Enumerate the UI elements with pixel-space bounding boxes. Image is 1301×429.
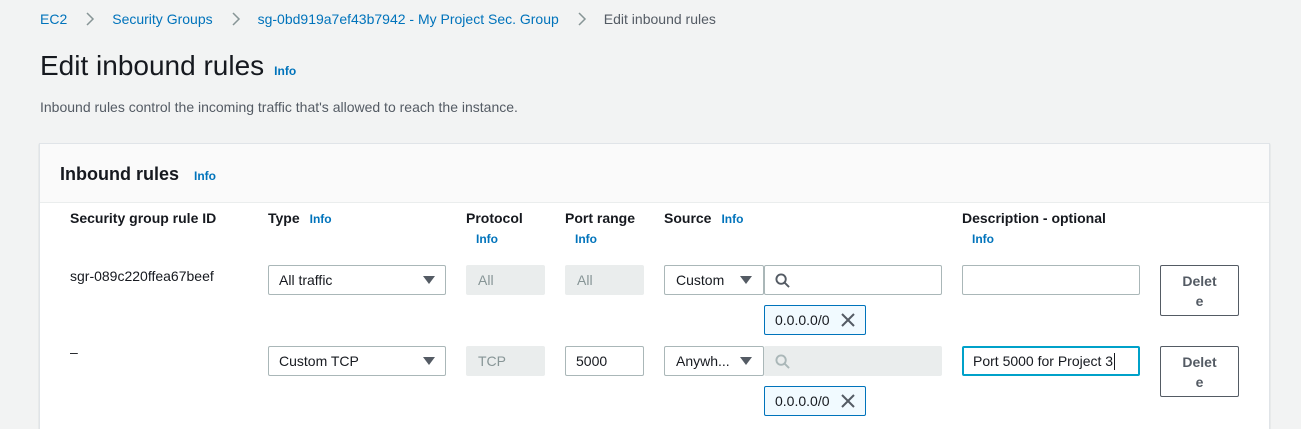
caret-down-icon xyxy=(423,357,435,365)
port-range-info-link[interactable]: Info xyxy=(575,232,635,246)
column-header-protocol: Protocol Info xyxy=(466,210,523,246)
rule-2-type-select[interactable]: Custom TCP xyxy=(268,346,446,376)
rule-2-delete-button[interactable]: Delete xyxy=(1160,346,1239,397)
rule-2-type-value: Custom TCP xyxy=(279,353,359,369)
inbound-rules-panel: Inbound rules Info Security group rule I… xyxy=(39,143,1270,429)
column-header-source-label: Source xyxy=(664,210,712,226)
panel-title-row: Inbound rules Info xyxy=(60,164,216,185)
rule-1-description-input[interactable] xyxy=(962,265,1140,295)
rule-1-source-token-value: 0.0.0.0/0 xyxy=(775,312,830,328)
rule-1-source-search[interactable] xyxy=(764,265,942,295)
rule-2-description-value: Port 5000 for Project 3 xyxy=(973,353,1114,369)
source-info-link[interactable]: Info xyxy=(721,212,743,226)
column-header-type: Type Info xyxy=(268,210,332,226)
rule-1-source-value: Custom xyxy=(676,272,725,288)
rule-2-source-value: Anywh... xyxy=(676,353,730,369)
rule-1-id: sgr-089c220ffea67beef xyxy=(70,268,214,284)
rule-2-source-select[interactable]: Anywh... xyxy=(664,346,764,376)
description-info-link[interactable]: Info xyxy=(972,232,1106,246)
page-title: Edit inbound rules xyxy=(40,50,265,81)
column-header-description-label: Description - optional xyxy=(962,210,1106,226)
breadcrumb-security-group[interactable]: sg-0bd919a7ef43b7942 - My Project Sec. G… xyxy=(258,11,559,27)
column-header-type-label: Type xyxy=(268,210,300,226)
protocol-info-link[interactable]: Info xyxy=(476,232,523,246)
rule-1-protocol-field: All xyxy=(466,265,545,295)
close-icon[interactable] xyxy=(840,393,856,409)
breadcrumb-security-groups[interactable]: Security Groups xyxy=(112,11,212,27)
caret-down-icon xyxy=(740,357,752,365)
caret-down-icon xyxy=(423,276,435,284)
rule-2-source-token-value: 0.0.0.0/0 xyxy=(775,393,830,409)
column-header-protocol-label: Protocol xyxy=(466,210,523,226)
column-header-description: Description - optional Info xyxy=(962,210,1106,246)
panel-title: Inbound rules xyxy=(60,164,179,184)
rule-2-source-token: 0.0.0.0/0 xyxy=(764,386,866,416)
caret-down-icon xyxy=(740,276,752,284)
text-cursor xyxy=(1114,352,1116,370)
panel-info-link[interactable]: Info xyxy=(194,169,216,183)
rule-2-id: – xyxy=(70,344,78,360)
rule-2-port-range-value: 5000 xyxy=(576,353,608,369)
search-icon xyxy=(775,272,790,288)
column-header-port-range: Port range Info xyxy=(565,210,635,246)
breadcrumb: EC2 Security Groups sg-0bd919a7ef43b7942… xyxy=(40,9,716,29)
rule-2-description-input[interactable]: Port 5000 for Project 3 xyxy=(962,346,1140,376)
search-icon xyxy=(775,353,790,369)
column-header-source: Source Info xyxy=(664,210,743,226)
chevron-right-icon xyxy=(227,10,245,28)
panel-header: Inbound rules Info xyxy=(40,144,1269,203)
rule-2-source-search xyxy=(764,346,942,376)
page-header: Edit inbound rules Info xyxy=(40,50,296,82)
rule-2-protocol-value: TCP xyxy=(478,353,506,369)
chevron-right-icon xyxy=(81,10,99,28)
chevron-right-icon xyxy=(573,10,591,28)
rule-1-source-token: 0.0.0.0/0 xyxy=(764,305,866,335)
rule-1-port-range-value: All xyxy=(577,272,593,288)
page-info-link[interactable]: Info xyxy=(274,64,296,78)
type-info-link[interactable]: Info xyxy=(310,212,332,226)
rule-1-delete-button[interactable]: Delete xyxy=(1160,265,1239,316)
page-description: Inbound rules control the incoming traff… xyxy=(40,99,518,115)
rule-1-protocol-value: All xyxy=(478,272,494,288)
rule-1-port-range-field: All xyxy=(565,265,644,295)
column-header-rule-id: Security group rule ID xyxy=(70,210,217,226)
breadcrumb-ec2[interactable]: EC2 xyxy=(40,11,67,27)
close-icon[interactable] xyxy=(840,312,856,328)
rule-1-type-value: All traffic xyxy=(279,272,333,288)
rule-1-type-select[interactable]: All traffic xyxy=(268,265,446,295)
rule-2-protocol-field: TCP xyxy=(466,346,545,376)
rule-2-port-range-input[interactable]: 5000 xyxy=(565,346,644,376)
column-header-port-range-label: Port range xyxy=(565,210,636,226)
breadcrumb-current: Edit inbound rules xyxy=(603,11,716,27)
rule-1-source-select[interactable]: Custom xyxy=(664,265,764,295)
